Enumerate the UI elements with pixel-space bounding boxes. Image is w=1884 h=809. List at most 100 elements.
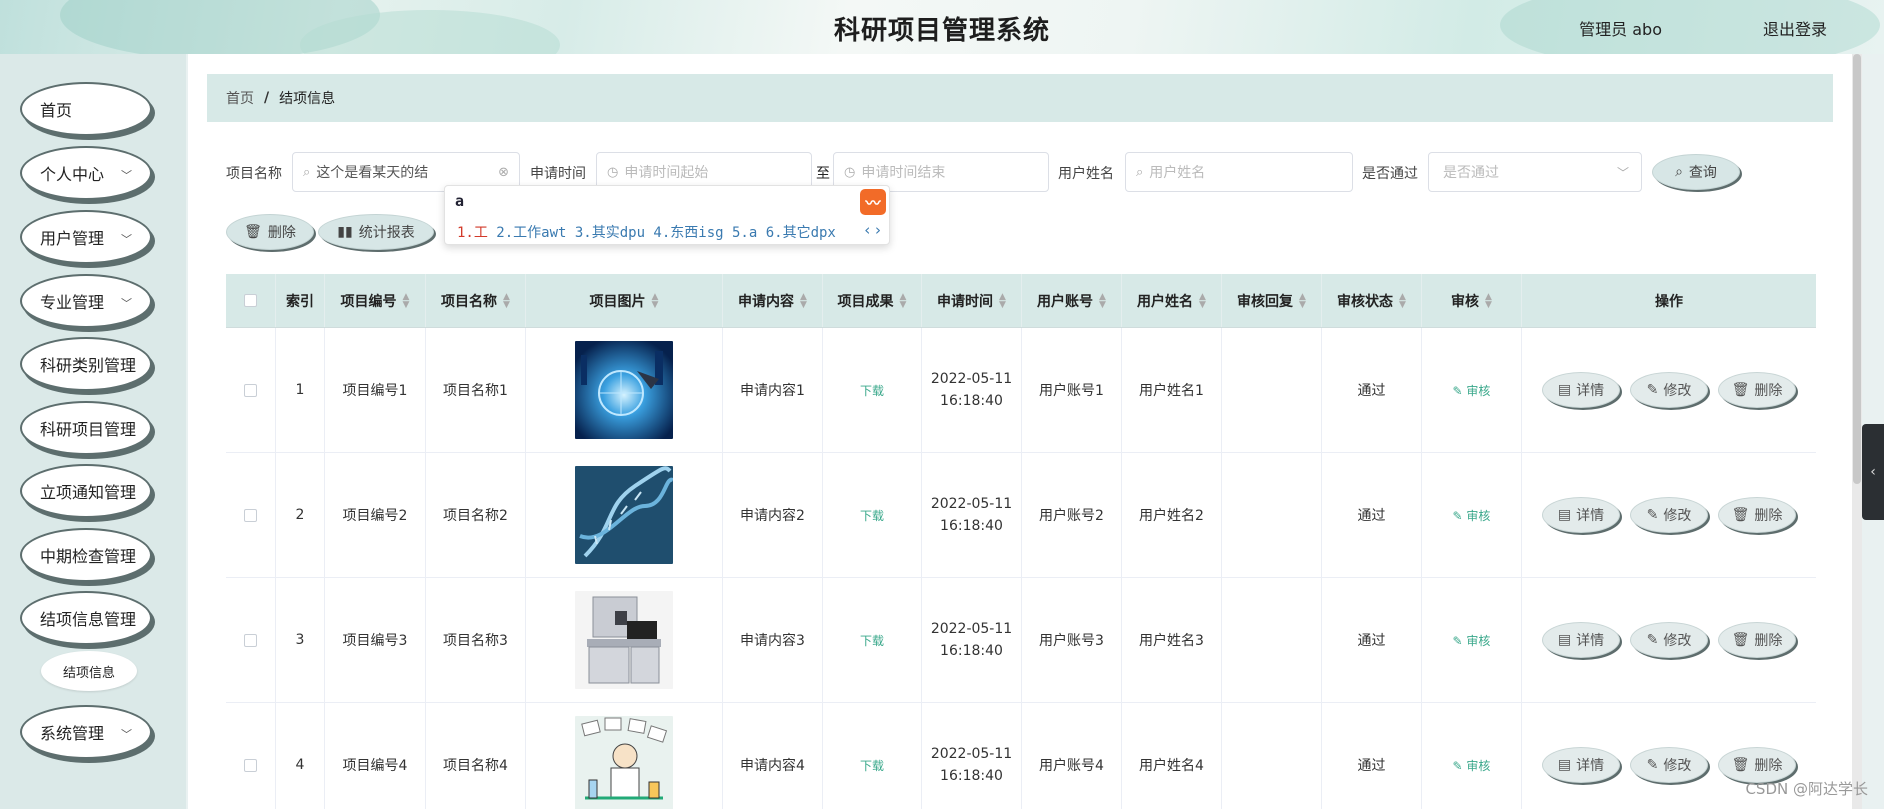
audit-link[interactable]: ✎ 审核 bbox=[1453, 382, 1491, 399]
sidebar-item-notices[interactable]: 立项通知管理 bbox=[20, 464, 152, 518]
project-name-value: 这个是看某天的结 bbox=[316, 165, 429, 181]
row-content: 申请内容4 bbox=[740, 758, 805, 774]
breadcrumb-home[interactable]: 首页 bbox=[226, 88, 254, 108]
sidebar-item-completion[interactable]: 结项信息管理 bbox=[20, 591, 152, 645]
table-cell: 申请内容3 bbox=[723, 578, 823, 702]
row-apply-time: 2022-05-11 16:18:40 bbox=[931, 618, 1012, 662]
table-cell: 用户账号2 bbox=[1022, 453, 1122, 577]
delete-button[interactable]: 🗑 删除 bbox=[1718, 497, 1796, 533]
apply-time-label: 申请时间 bbox=[530, 166, 586, 182]
query-button[interactable]: ⌕ 查询 bbox=[1652, 154, 1740, 190]
sidebar-item-projects[interactable]: 科研项目管理 bbox=[20, 401, 152, 455]
row-project-code: 项目编号4 bbox=[342, 758, 408, 774]
col-audit[interactable]: 审核 ▲ ▼ bbox=[1422, 274, 1522, 327]
table-cell: 2022-05-11 16:18:40 bbox=[922, 578, 1022, 702]
row-project-name: 项目名称1 bbox=[443, 383, 508, 399]
table-row[interactable]: 2 项目编号2 项目名称2 申请内容2 下载 2022-05-11 16:18:40 用户账号… bbox=[226, 453, 1816, 578]
delete-label: 删除 bbox=[1754, 758, 1783, 774]
batch-delete-button[interactable]: 🗑 删除 bbox=[226, 214, 314, 250]
table-row[interactable]: 1 项目编号1 项目名称1 申请内容1 下载 2022-05-11 16:18:40 用户账号… bbox=[226, 328, 1816, 453]
edit-button[interactable]: ✎ 修改 bbox=[1630, 747, 1708, 783]
table-row[interactable]: 3 项目编号3 项目名称3 申请内容3 下载 2022-05-11 16:18:40 用户账号… bbox=[226, 578, 1816, 703]
sidebar-item-home[interactable]: 首页 bbox=[20, 82, 152, 136]
delete-button[interactable]: 🗑 删除 bbox=[1718, 622, 1796, 658]
row-checkbox[interactable] bbox=[244, 758, 257, 772]
detail-button[interactable]: ▤ 详情 bbox=[1542, 497, 1620, 533]
col-username[interactable]: 用户姓名 ▲ ▼ bbox=[1122, 274, 1222, 327]
table-cell: 用户账号4 bbox=[1022, 703, 1122, 809]
detail-button[interactable]: ▤ 详情 bbox=[1542, 372, 1620, 408]
row-content: 申请内容2 bbox=[740, 508, 805, 524]
project-image[interactable] bbox=[575, 466, 673, 564]
ime-candidates-rest[interactable]: 2.工作awt 3.其实dpu 4.东西isg 5.a 6.其它dpx bbox=[488, 225, 836, 241]
project-image[interactable] bbox=[575, 716, 673, 809]
row-checkbox[interactable] bbox=[244, 633, 257, 647]
row-project-code: 项目编号1 bbox=[342, 383, 408, 399]
table-row[interactable]: 4 项目编号4 项目名称4 申请内容4 下载 2022-05-11 16:18:40 用户账号… bbox=[226, 703, 1816, 809]
audit-link[interactable]: ✎ 审核 bbox=[1453, 507, 1491, 524]
sort-icon: ▲ ▼ bbox=[899, 291, 907, 310]
col-account-label: 用户账号 bbox=[1037, 293, 1094, 310]
download-link[interactable]: 下载 bbox=[860, 632, 884, 649]
sidebar-item-system[interactable]: 系统管理 ﹀ bbox=[20, 705, 152, 759]
trash-icon: 🗑 bbox=[1731, 757, 1750, 773]
detail-button[interactable]: ▤ 详情 bbox=[1542, 622, 1620, 658]
delete-button[interactable]: 🗑 删除 bbox=[1718, 372, 1796, 408]
side-collapse-tab[interactable]: ‹ bbox=[1862, 424, 1884, 520]
sidebar-item-label: 首页 bbox=[40, 101, 73, 120]
col-date[interactable]: 申请时间 ▲ ▼ bbox=[922, 274, 1022, 327]
vertical-scrollbar[interactable] bbox=[1852, 54, 1862, 809]
passed-select[interactable]: 是否通过 ﹀ bbox=[1428, 152, 1642, 192]
col-status-label: 审核状态 bbox=[1337, 293, 1394, 310]
edit-button[interactable]: ✎ 修改 bbox=[1630, 622, 1708, 658]
col-code[interactable]: 项目编号 ▲ ▼ bbox=[325, 274, 426, 327]
col-date-label: 申请时间 bbox=[937, 293, 994, 310]
download-link[interactable]: 下载 bbox=[860, 382, 884, 399]
row-checkbox[interactable] bbox=[244, 508, 257, 522]
ime-candidates[interactable]: 1.工 2.工作awt 3.其实dpu 4.东西isg 5.a 6.其它dpx bbox=[457, 222, 836, 242]
row-checkbox[interactable] bbox=[244, 383, 257, 397]
col-name[interactable]: 项目名称 ▲ ▼ bbox=[426, 274, 526, 327]
row-project-name: 项目名称4 bbox=[443, 758, 508, 774]
project-image[interactable] bbox=[575, 591, 673, 689]
col-status[interactable]: 审核状态 ▲ ▼ bbox=[1322, 274, 1422, 327]
sidebar-item-midterm[interactable]: 中期检查管理 bbox=[20, 528, 152, 582]
top-header: 科研项目管理系统 管理员 abo 退出登录 bbox=[0, 0, 1884, 54]
col-reply[interactable]: 审核回复 ▲ ▼ bbox=[1222, 274, 1322, 327]
row-actions: ▤ 详情 ✎ 修改 🗑 删除 bbox=[1542, 372, 1796, 408]
statistics-report-button[interactable]: ▮▮ 统计报表 bbox=[318, 214, 434, 250]
detail-button[interactable]: ▤ 详情 bbox=[1542, 747, 1620, 783]
ime-page-arrows-icon[interactable]: ‹ › bbox=[864, 221, 881, 239]
table-cell: ✎ 审核 bbox=[1422, 328, 1522, 452]
project-name-label: 项目名称 bbox=[226, 166, 282, 182]
detail-label: 详情 bbox=[1576, 508, 1605, 524]
row-project-name: 项目名称2 bbox=[443, 508, 508, 524]
table-cell: 下载 bbox=[823, 453, 922, 577]
clear-icon[interactable]: ⊗ bbox=[498, 165, 509, 180]
edit-button[interactable]: ✎ 修改 bbox=[1630, 497, 1708, 533]
row-username: 用户姓名2 bbox=[1139, 508, 1204, 524]
table-cell: 项目名称3 bbox=[426, 578, 526, 702]
edit-button[interactable]: ✎ 修改 bbox=[1630, 372, 1708, 408]
project-image[interactable] bbox=[575, 341, 673, 439]
row-actions: ▤ 详情 ✎ 修改 🗑 删除 bbox=[1542, 497, 1796, 533]
logout-link[interactable]: 退出登录 bbox=[1763, 16, 1827, 40]
sidebar-item-profile[interactable]: 个人中心 ﹀ bbox=[20, 146, 152, 200]
sidebar-item-categories[interactable]: 科研类别管理 bbox=[20, 337, 152, 391]
audit-link[interactable]: ✎ 审核 bbox=[1453, 757, 1491, 774]
col-content[interactable]: 申请内容 ▲ ▼ bbox=[723, 274, 823, 327]
table-cell: ✎ 审核 bbox=[1422, 703, 1522, 809]
username-input[interactable]: ⌕ 用户姓名 bbox=[1125, 152, 1353, 192]
col-image[interactable]: 项目图片 ▲ ▼ bbox=[526, 274, 723, 327]
sidebar-subitem-completion-info[interactable]: 结项信息 bbox=[41, 651, 137, 691]
download-link[interactable]: 下载 bbox=[860, 507, 884, 524]
col-result[interactable]: 项目成果 ▲ ▼ bbox=[823, 274, 922, 327]
audit-link[interactable]: ✎ 审核 bbox=[1453, 632, 1491, 649]
select-all-checkbox[interactable] bbox=[244, 294, 257, 307]
sidebar-item-users[interactable]: 用户管理 ﹀ bbox=[20, 210, 152, 264]
download-link[interactable]: 下载 bbox=[860, 757, 884, 774]
ime-candidate-first[interactable]: 1.工 bbox=[457, 225, 488, 241]
col-account[interactable]: 用户账号 ▲ ▼ bbox=[1022, 274, 1122, 327]
sidebar-item-majors[interactable]: 专业管理 ﹀ bbox=[20, 274, 152, 328]
table-cell: 用户姓名1 bbox=[1122, 328, 1222, 452]
